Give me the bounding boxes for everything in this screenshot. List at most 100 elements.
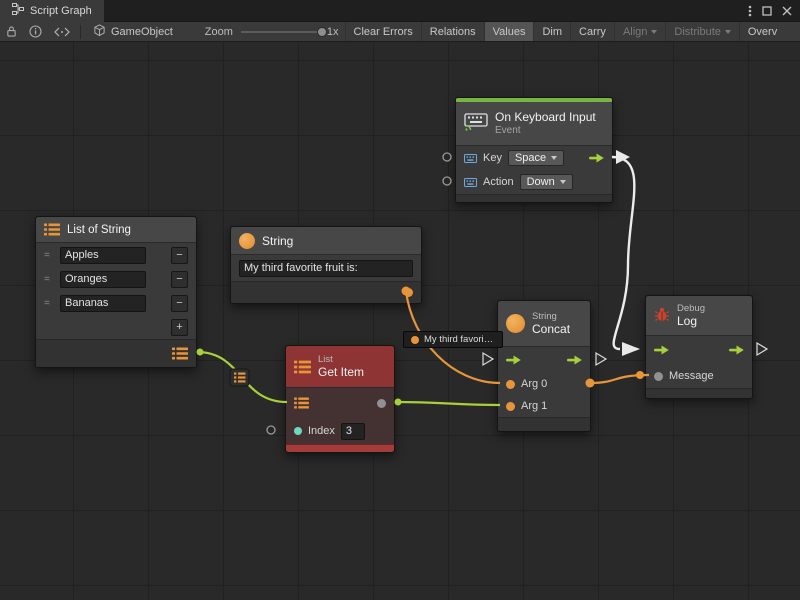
zoom-label: Zoom [205, 26, 233, 38]
string-value-row [231, 255, 421, 281]
zoom-slider-knob[interactable] [317, 27, 327, 37]
close-icon[interactable] [782, 6, 792, 16]
list-item-row: = − [36, 243, 196, 267]
overview-button[interactable]: Overv [739, 22, 785, 42]
node-header[interactable]: On Keyboard Input Event [456, 102, 612, 146]
index-input-port[interactable] [294, 427, 302, 435]
message-input-port[interactable] [654, 372, 663, 381]
node-footer [286, 444, 394, 452]
node-header[interactable]: String Concat [498, 301, 590, 347]
node-header[interactable]: List of String [36, 217, 196, 243]
action-dropdown-value: Down [527, 176, 555, 188]
drag-handle-icon[interactable]: = [44, 274, 54, 285]
remove-item-button[interactable]: − [171, 271, 188, 288]
index-input[interactable] [341, 423, 365, 440]
add-item-button[interactable]: + [171, 319, 188, 336]
node-header[interactable]: List Get Item [286, 346, 394, 388]
node-log[interactable]: Debug Log Message [645, 295, 753, 399]
chevron-down-icon [651, 30, 657, 34]
code-icon[interactable] [48, 22, 76, 42]
output-port-row [231, 281, 421, 303]
node-subtitle: Event [495, 125, 596, 137]
message-label: Message [669, 370, 714, 382]
node-concat[interactable]: String Concat Arg 0 Arg 1 [497, 300, 591, 432]
remove-item-button[interactable]: − [171, 247, 188, 264]
action-label: Action [483, 176, 514, 188]
message-port-row: Message [646, 364, 752, 388]
key-label: Key [483, 152, 502, 164]
arg1-input-port[interactable] [506, 402, 515, 411]
node-title: Log [677, 314, 705, 328]
gameobject-selector[interactable]: GameObject [85, 22, 181, 42]
flow-output-port-icon[interactable] [589, 153, 604, 163]
tab-script-graph[interactable]: Script Graph [0, 0, 104, 22]
node-category: List [318, 354, 364, 365]
maximize-icon[interactable] [762, 6, 772, 16]
info-icon[interactable] [23, 22, 48, 42]
distribute-label: Distribute [674, 26, 720, 38]
list-output-port-icon[interactable] [172, 347, 188, 360]
flow-output-port-icon[interactable] [567, 355, 582, 365]
zoom-slider[interactable] [241, 31, 323, 33]
node-string-literal[interactable]: String [230, 226, 422, 304]
wire-value-preview-text: My third favorite fr... [424, 334, 495, 345]
values-button[interactable]: Values [484, 22, 534, 42]
list-item-input[interactable] [60, 247, 146, 264]
key-dropdown[interactable]: Space [508, 150, 564, 166]
list-input-port-icon[interactable] [294, 397, 309, 409]
string-value-dot [411, 336, 419, 344]
node-list-of-string[interactable]: List of String = − = − = − + [35, 216, 197, 368]
title-bar: Script Graph [0, 0, 800, 22]
flow-input-port-icon[interactable] [506, 355, 521, 365]
carry-button[interactable]: Carry [570, 22, 614, 42]
action-port-row: Action Down [456, 170, 612, 194]
string-icon [506, 314, 525, 333]
list-item-input[interactable] [60, 295, 146, 312]
node-title: String [262, 234, 293, 248]
list-item-input[interactable] [60, 271, 146, 288]
flow-input-port-icon[interactable] [654, 345, 669, 355]
node-title: Get Item [318, 365, 364, 379]
node-header[interactable]: String [231, 227, 421, 255]
item-output-port[interactable] [377, 399, 386, 408]
bug-icon [654, 306, 670, 325]
drag-handle-icon[interactable]: = [44, 250, 54, 261]
add-item-row: + [36, 315, 196, 339]
align-button[interactable]: Align [614, 22, 665, 42]
gameobject-label: GameObject [111, 26, 173, 38]
relations-button[interactable]: Relations [421, 22, 484, 42]
node-on-keyboard-input[interactable]: On Keyboard Input Event Key Space Action… [455, 97, 613, 203]
dim-button[interactable]: Dim [533, 22, 570, 42]
flow-output-port-icon[interactable] [729, 345, 744, 355]
node-footer [456, 194, 612, 202]
string-value-input[interactable] [239, 260, 413, 277]
wire-value-preview: My third favorite fr... [403, 331, 503, 348]
key-dropdown-value: Space [515, 152, 546, 164]
drag-handle-icon[interactable]: = [44, 298, 54, 309]
arg0-label: Arg 0 [521, 378, 547, 390]
key-port-row: Key Space [456, 146, 612, 170]
index-label: Index [308, 425, 335, 437]
keyboard-icon [464, 113, 488, 134]
chevron-down-icon [725, 30, 731, 34]
toolbar-separator [80, 25, 81, 39]
more-icon[interactable] [748, 5, 752, 17]
distribute-button[interactable]: Distribute [665, 22, 738, 42]
flow-port-row [646, 336, 752, 364]
action-dropdown[interactable]: Down [520, 174, 573, 190]
string-output-port[interactable] [404, 288, 413, 297]
graph-icon [12, 3, 24, 18]
clear-errors-button[interactable]: Clear Errors [345, 22, 421, 42]
lock-icon[interactable] [0, 22, 23, 42]
list-icon [294, 360, 311, 374]
arg0-input-port[interactable] [506, 380, 515, 389]
node-title: Concat [532, 322, 570, 336]
list-item-row: = − [36, 267, 196, 291]
node-header[interactable]: Debug Log [646, 296, 752, 336]
key-icon [464, 154, 477, 163]
gameobject-icon [93, 24, 106, 40]
tab-title: Script Graph [30, 5, 92, 17]
remove-item-button[interactable]: − [171, 295, 188, 312]
node-get-item[interactable]: List Get Item Index [285, 345, 395, 453]
output-port-row [36, 339, 196, 367]
